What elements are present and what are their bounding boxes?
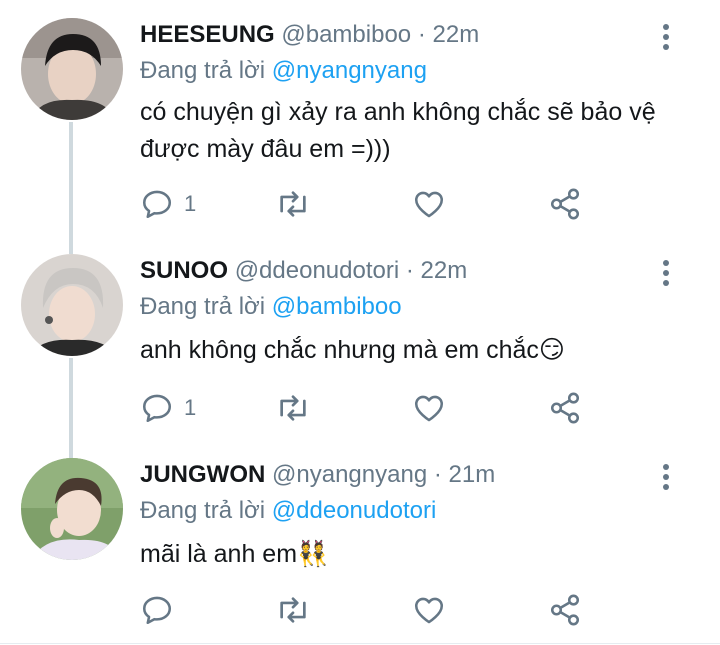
like-icon xyxy=(414,597,444,624)
replying-to: Đang trả lời @bambiboo xyxy=(140,291,402,323)
tweet[interactable]: SUNOO @ddeonudotori · 22m Đang trả lời @… xyxy=(0,254,720,444)
tweet[interactable]: JUNGWON @nyangnyang · 21m Đang trả lời @… xyxy=(0,458,720,643)
retweet-button[interactable] xyxy=(274,184,312,224)
user-handle[interactable]: @ddeonudotori xyxy=(235,257,399,284)
avatar[interactable] xyxy=(21,458,123,560)
tweet-actions: 1 xyxy=(140,388,600,428)
replying-to-label: Đang trả lời xyxy=(140,57,266,84)
replying-to-handle[interactable]: @bambiboo xyxy=(272,293,402,320)
more-icon[interactable] xyxy=(656,258,676,288)
like-button[interactable] xyxy=(412,388,446,428)
share-button[interactable] xyxy=(548,590,582,630)
share-button[interactable] xyxy=(548,388,582,428)
share-icon xyxy=(550,594,580,626)
reply-icon xyxy=(142,596,172,625)
tweet[interactable]: HEESEUNG @bambiboo · 22m Đang trả lời @n… xyxy=(0,18,720,228)
tweet-actions: 1 xyxy=(140,184,600,224)
replying-to: Đang trả lời @ddeonudotori xyxy=(140,495,436,527)
retweet-icon xyxy=(280,597,306,623)
separator-dot: · xyxy=(405,257,414,284)
timestamp[interactable]: 21m xyxy=(449,461,496,488)
avatar[interactable] xyxy=(21,18,123,120)
separator-dot: · xyxy=(433,461,442,488)
display-name[interactable]: JUNGWON xyxy=(140,461,265,488)
reply-button[interactable]: 1 xyxy=(140,388,196,428)
reply-button[interactable] xyxy=(140,590,184,630)
tweet-header: HEESEUNG @bambiboo · 22m xyxy=(140,18,479,52)
user-handle[interactable]: @bambiboo xyxy=(281,21,411,48)
tweet-header: JUNGWON @nyangnyang · 21m xyxy=(140,458,495,492)
retweet-button[interactable] xyxy=(274,388,312,428)
display-name[interactable]: SUNOO xyxy=(140,257,228,284)
timestamp[interactable]: 22m xyxy=(433,21,480,48)
retweet-button[interactable] xyxy=(274,590,312,630)
avatar[interactable] xyxy=(21,254,123,356)
replying-to-handle[interactable]: @ddeonudotori xyxy=(272,497,436,524)
more-icon[interactable] xyxy=(656,22,676,52)
like-icon xyxy=(414,395,444,422)
reply-count: 1 xyxy=(184,395,197,420)
reply-count: 1 xyxy=(184,191,197,216)
replying-to-label: Đang trả lời xyxy=(140,293,266,320)
tweet-text: anh không chắc nhưng mà em chắc😏 xyxy=(140,336,565,364)
timestamp[interactable]: 22m xyxy=(421,257,468,284)
like-button[interactable] xyxy=(412,590,446,630)
bottom-divider xyxy=(0,643,720,644)
reply-icon xyxy=(142,394,172,423)
like-icon xyxy=(414,191,444,218)
display-name[interactable]: HEESEUNG xyxy=(140,21,275,48)
tweet-actions xyxy=(140,590,600,630)
reply-icon xyxy=(142,190,172,219)
like-button[interactable] xyxy=(412,184,446,224)
reply-button[interactable]: 1 xyxy=(140,184,196,224)
user-handle[interactable]: @nyangnyang xyxy=(272,461,427,488)
replying-to-label: Đang trả lời xyxy=(140,497,266,524)
tweet-header: SUNOO @ddeonudotori · 22m xyxy=(140,254,467,288)
share-icon xyxy=(550,188,580,220)
more-icon[interactable] xyxy=(656,462,676,492)
replying-to: Đang trả lời @nyangnyang xyxy=(140,55,427,87)
separator-dot: · xyxy=(417,21,426,48)
retweet-icon xyxy=(280,395,306,421)
tweet-text: có chuyện gì xảy ra anh không chắc sẽ bả… xyxy=(140,98,656,163)
tweet-text: mãi là anh em👯 xyxy=(140,540,329,568)
share-icon xyxy=(550,392,580,424)
share-button[interactable] xyxy=(548,184,582,224)
replying-to-handle[interactable]: @nyangnyang xyxy=(272,57,427,84)
retweet-icon xyxy=(280,191,306,217)
